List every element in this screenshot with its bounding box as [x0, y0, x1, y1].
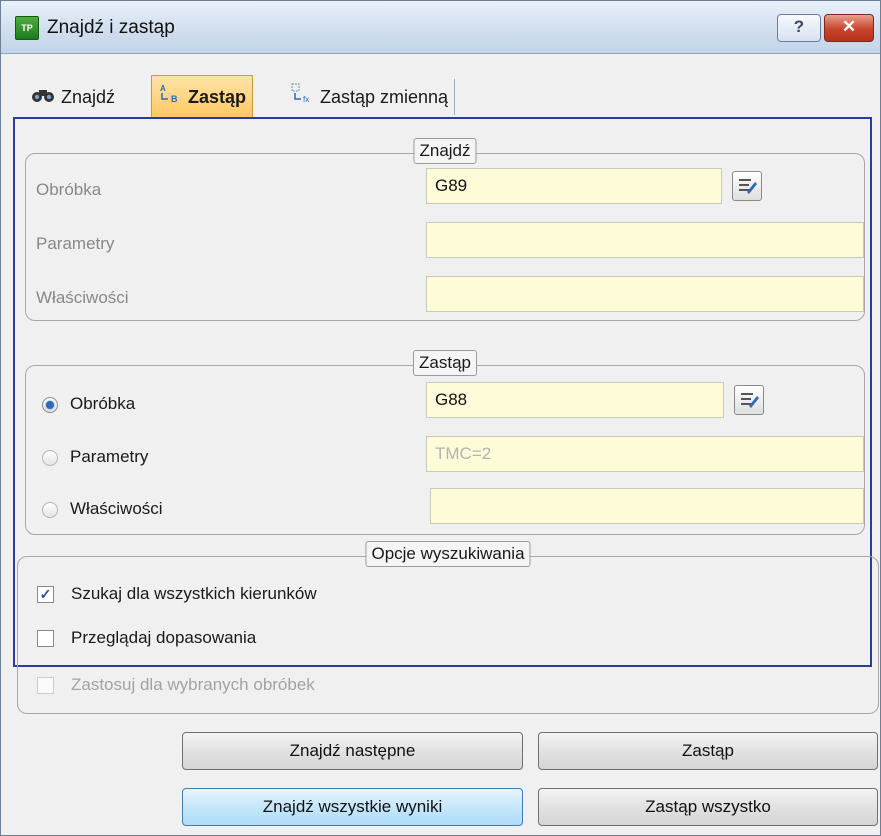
search-options-title: Opcje wyszukiwania — [365, 541, 531, 567]
replace-properties-label: Właściwości — [70, 499, 163, 518]
edit-list-icon — [739, 179, 757, 194]
replace-variable-icon: fx — [290, 80, 314, 116]
replace-parameters-radio[interactable] — [42, 450, 58, 466]
find-replace-dialog: TP Znajdź i zastąp ? ✕ Znajdź AB Zastąp … — [0, 0, 881, 836]
find-parameters-label: Parametry — [36, 234, 115, 253]
find-operation-label: Obróbka — [36, 180, 102, 199]
edit-list-icon — [741, 393, 759, 408]
replace-parameters-label: Parametry — [70, 447, 149, 466]
find-parameters-field[interactable] — [426, 222, 864, 258]
replace-group-title: Zastąp — [413, 350, 477, 376]
all-directions-label: Szukaj dla wszystkich kierunków — [71, 584, 317, 603]
replace-operation-picker-button[interactable] — [734, 385, 764, 415]
replace-properties-field[interactable] — [430, 488, 864, 524]
find-operation-picker-button[interactable] — [732, 171, 762, 201]
close-button[interactable]: ✕ — [824, 14, 874, 42]
replace-parameters-field[interactable]: TMC=2 — [426, 436, 864, 472]
tab-replace[interactable]: AB Zastąp — [151, 75, 254, 119]
find-properties-label: Właściwości — [36, 288, 129, 307]
find-group-title: Znajdź — [413, 138, 477, 164]
apply-selected-checkbox[interactable] — [37, 677, 54, 694]
replace-all-button[interactable]: Zastąp wszystko — [538, 788, 878, 826]
browse-matches-label: Przeglądaj dopasowania — [71, 628, 257, 647]
replace-properties-radio[interactable] — [42, 502, 58, 518]
find-operation-field[interactable]: G89 — [426, 168, 722, 204]
svg-text:B: B — [171, 94, 178, 104]
replace-operation-label: Obróbka — [70, 394, 136, 413]
find-next-button[interactable]: Znajdź następne — [182, 732, 523, 770]
find-group: Znajdź Obróbka G89 Parametry Właściwości — [25, 138, 865, 321]
replace-icon: AB — [158, 77, 182, 119]
replace-group: Zastąp Obróbka G88 Parametry TMC=2 Właśc… — [25, 350, 865, 535]
replace-operation-radio[interactable] — [42, 397, 58, 413]
tab-find[interactable]: Znajdź — [25, 79, 121, 115]
replace-operation-field[interactable]: G88 — [426, 382, 724, 418]
tab-replace-variable[interactable]: fx Zastąp zmienną — [284, 79, 456, 116]
find-properties-field[interactable] — [426, 276, 864, 312]
svg-text:A: A — [160, 84, 166, 93]
tab-bar: Znajdź AB Zastąp fx Zastąp zmienną — [11, 75, 873, 119]
app-icon: TP — [15, 16, 39, 40]
replace-button[interactable]: Zastąp — [538, 732, 878, 770]
title-bar: TP Znajdź i zastąp ? ✕ — [1, 1, 880, 54]
apply-selected-label: Zastosuj dla wybranych obróbek — [71, 675, 315, 694]
svg-text:fx: fx — [303, 95, 309, 104]
help-button[interactable]: ? — [777, 14, 821, 42]
tab-replace-variable-label: Zastąp zmienną — [320, 87, 449, 107]
window-title: Znajdź i zastąp — [47, 17, 175, 38]
binoculars-icon — [31, 80, 55, 116]
tab-find-label: Znajdź — [61, 87, 116, 107]
tab-replace-label: Zastąp — [188, 87, 247, 107]
find-all-button[interactable]: Znajdź wszystkie wyniki — [182, 788, 523, 826]
all-directions-checkbox[interactable]: ✓ — [37, 586, 54, 603]
browse-matches-checkbox[interactable] — [37, 630, 54, 647]
